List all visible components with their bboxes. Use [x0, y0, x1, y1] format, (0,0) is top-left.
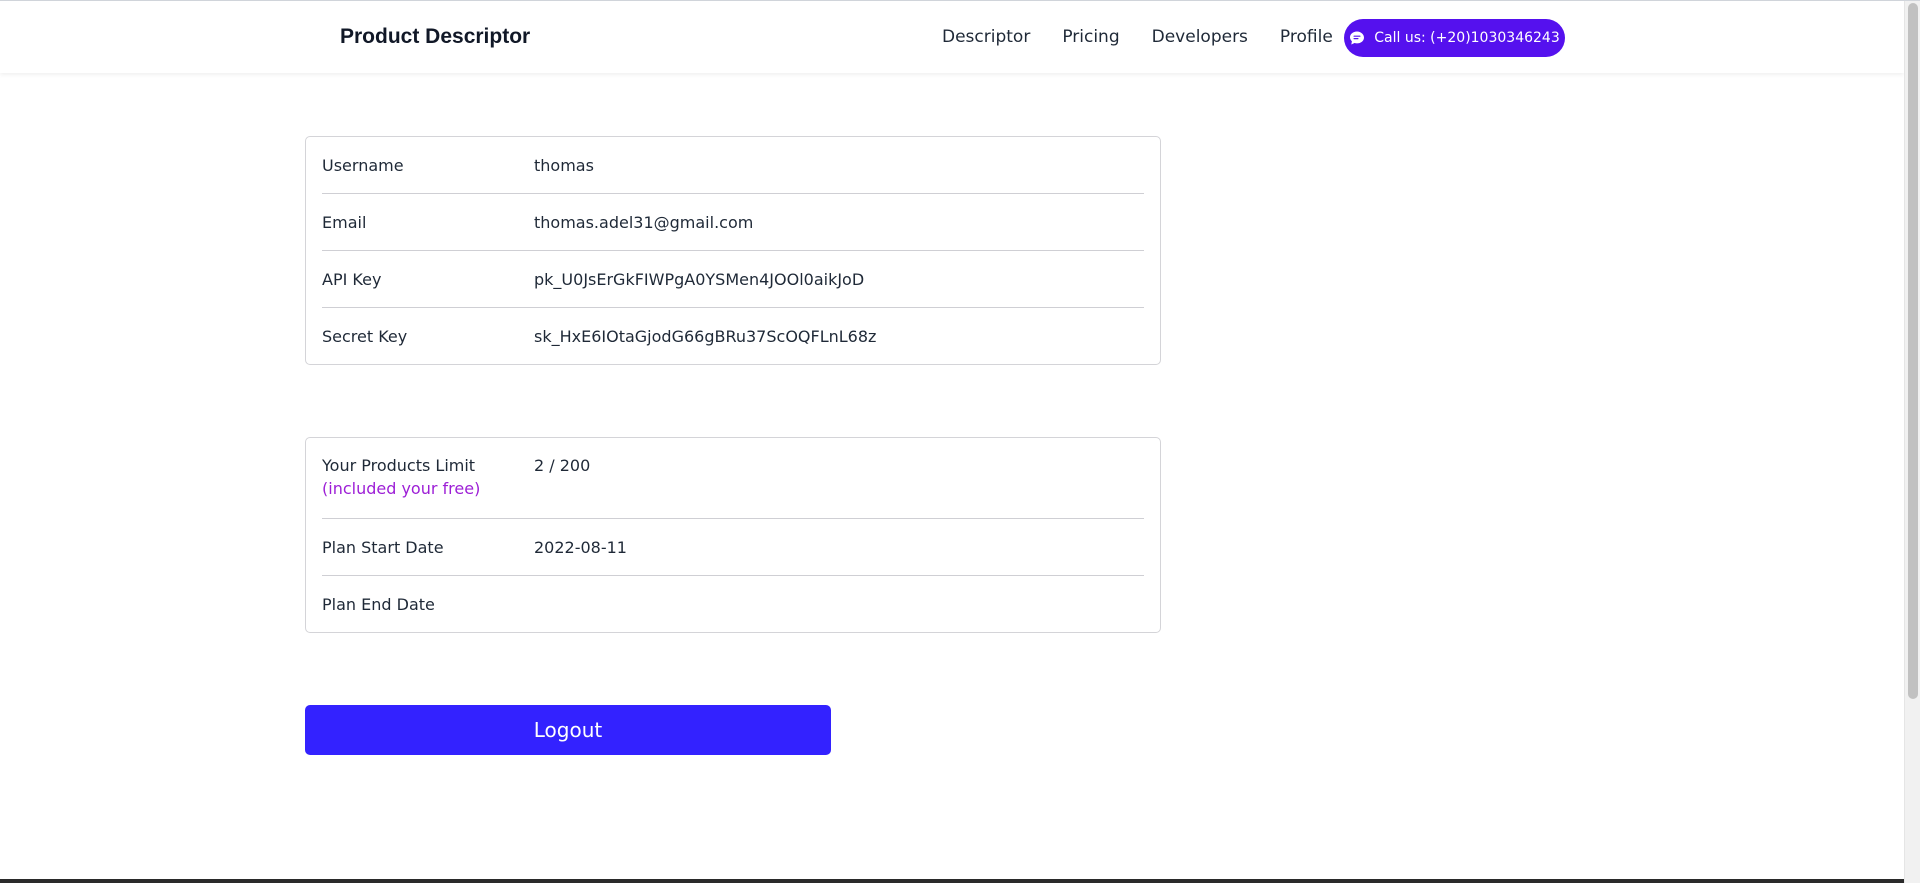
page-scrollbar[interactable]	[1904, 1, 1920, 883]
account-info-card: Username thomas Email thomas.adel31@gmai…	[305, 136, 1161, 365]
plan-info-card: Your Products Limit (included your free)…	[305, 437, 1161, 633]
brand-logo[interactable]: Product Descriptor	[340, 25, 530, 49]
username-value: thomas	[534, 155, 594, 175]
plan-start-label: Plan Start Date	[322, 537, 444, 557]
call-us-label: Call us: (+20)1030346243	[1374, 30, 1560, 46]
scrollbar-thumb[interactable]	[1908, 3, 1918, 699]
api-key-label: API Key	[322, 269, 382, 289]
plan-end-label: Plan End Date	[322, 595, 435, 614]
nav-profile[interactable]: Profile	[1280, 27, 1333, 47]
api-key-value: pk_U0JsErGkFIWPgA0YSMen4JOOl0aikJoD	[534, 269, 865, 289]
table-row: Plan Start Date 2022-08-11	[322, 519, 1144, 576]
products-limit-note: (included your free)	[322, 479, 481, 498]
nav-descriptor[interactable]: Descriptor	[942, 27, 1030, 47]
secret-key-value: sk_HxE6IOtaGjodG66gBRu37ScOQFLnL68z	[534, 327, 877, 346]
top-navbar: Product Descriptor Descriptor Pricing De…	[0, 1, 1904, 73]
table-row: Plan End Date	[322, 576, 1144, 633]
table-row: Your Products Limit (included your free)…	[322, 438, 1144, 519]
table-row: Username thomas	[322, 137, 1144, 194]
nav-pricing[interactable]: Pricing	[1062, 27, 1119, 47]
table-row: Secret Key sk_HxE6IOtaGjodG66gBRu37ScOQF…	[322, 308, 1144, 365]
products-limit-value: 2 / 200	[534, 456, 591, 475]
table-row: API Key pk_U0JsErGkFIWPgA0YSMen4JOOl0aik…	[322, 251, 1144, 308]
viewport: Product Descriptor Descriptor Pricing De…	[0, 0, 1920, 883]
email-value: thomas.adel31@gmail.com	[534, 212, 754, 232]
table-row: Email thomas.adel31@gmail.com	[322, 194, 1144, 251]
username-label: Username	[322, 155, 404, 175]
plan-start-value: 2022-08-11	[534, 537, 627, 557]
products-limit-label: Your Products Limit (included your free)	[322, 456, 534, 498]
bottom-edge	[0, 879, 1904, 883]
main-nav: Descriptor Pricing Developers Profile	[942, 27, 1365, 47]
call-us-button[interactable]: Call us: (+20)1030346243	[1344, 19, 1565, 57]
secret-key-label: Secret Key	[322, 327, 408, 346]
chat-bubble-icon	[1349, 30, 1365, 46]
email-label: Email	[322, 212, 367, 232]
logout-button[interactable]: Logout	[305, 705, 831, 755]
products-limit-title: Your Products Limit	[322, 456, 476, 475]
nav-developers[interactable]: Developers	[1152, 27, 1248, 47]
